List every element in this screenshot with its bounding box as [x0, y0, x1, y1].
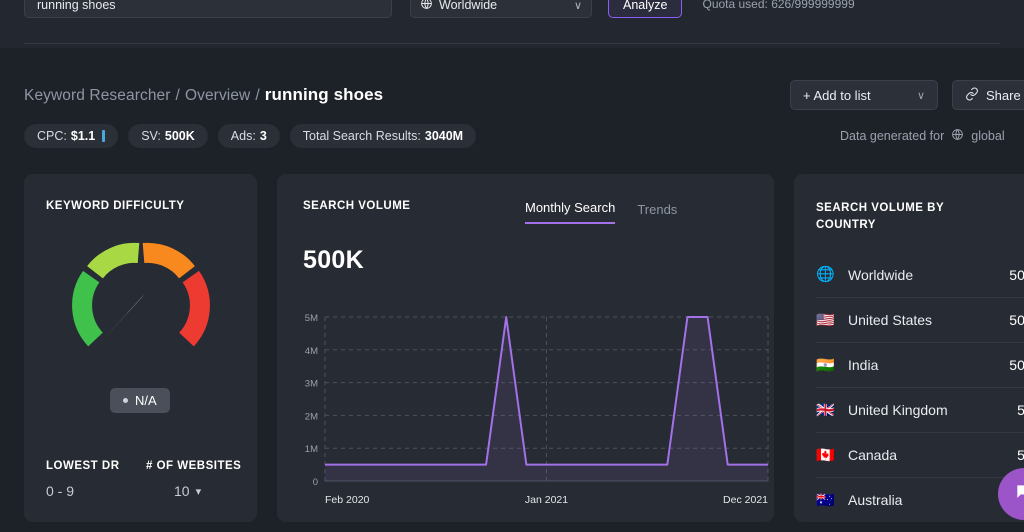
x-axis-tick: Feb 2020 — [325, 494, 370, 506]
country-volume: 500K — [1009, 357, 1024, 373]
data-generated-note: Data generated for global — [840, 128, 1005, 144]
x-axis-tick: Jan 2021 — [525, 494, 568, 506]
flag-au: 🇦🇺 — [816, 493, 840, 508]
num-websites-select[interactable]: 10 ▾ — [174, 483, 201, 499]
search-volume-chart: 0 1M 2M 3M 4M 5M Feb 2020 Jan 2021 Dec 2021 — [287, 299, 774, 519]
search-volume-by-country-card: SEARCH VOLUME BY COUNTRY i 🌐Worldwide500… — [794, 174, 1024, 522]
data-generated-scope: global — [971, 129, 1004, 143]
y-axis-tick: 1M — [305, 444, 318, 455]
country-name: United States — [848, 312, 1009, 328]
num-websites-value: 10 — [174, 483, 190, 499]
lowest-dr-value: 0 - 9 — [46, 483, 74, 499]
link-icon — [965, 87, 979, 104]
share-button[interactable]: Share — [952, 80, 1024, 110]
keyword-search-input[interactable]: running shoes — [24, 0, 392, 18]
chevron-down-icon: ▾ — [196, 485, 202, 498]
search-volume-card: SEARCH VOLUME Monthly Search Trends 500K… — [277, 174, 774, 522]
keyword-difficulty-card: KEYWORD DIFFICULTY N/A LOWEST DR # OF WE… — [24, 174, 257, 522]
chevron-down-icon: ∨ — [917, 89, 925, 102]
pill-ads-value: 3 — [260, 129, 267, 143]
flag-in: 🇮🇳 — [816, 358, 840, 373]
keyword-difficulty-badge: N/A — [110, 388, 170, 413]
quota-text: Quota used: 626/999999999 — [702, 0, 854, 11]
analyze-button-label: Analyze — [623, 0, 667, 12]
pill-total-results: Total Search Results: 3040M — [290, 124, 476, 148]
pill-sv: SV: 500K — [128, 124, 208, 148]
x-axis-tick: Dec 2021 — [723, 494, 768, 506]
tab-trends[interactable]: Trends — [637, 202, 677, 224]
lowest-dr-label: LOWEST DR — [46, 460, 120, 472]
geo-select[interactable]: Worldwide ∨ — [410, 0, 592, 18]
y-axis-tick: 2M — [305, 411, 318, 422]
flag-ca: 🇨🇦 — [816, 448, 840, 463]
pill-total-results-value: 3040M — [425, 129, 463, 143]
pill-sv-value: 500K — [165, 129, 195, 143]
breadcrumb-separator: / — [176, 87, 180, 105]
tab-monthly-search[interactable]: Monthly Search — [525, 200, 615, 224]
keyword-difficulty-title: KEYWORD DIFFICULTY — [46, 200, 184, 212]
page-title: running shoes — [265, 85, 383, 105]
country-row[interactable]: 🇨🇦 Canada50K — [816, 432, 1024, 477]
toolbar-divider — [24, 43, 1000, 44]
y-axis-tick: 3M — [305, 379, 318, 390]
pill-total-results-label: Total Search Results: — [303, 129, 421, 143]
analyze-button[interactable]: Analyze — [608, 0, 682, 18]
pill-cpc-label: CPC: — [37, 129, 67, 143]
geo-select-value: Worldwide — [439, 0, 568, 12]
globe-icon — [420, 0, 433, 13]
country-row[interactable]: 🇦🇺Australia50K — [816, 477, 1024, 522]
country-row[interactable]: 🇮🇳 India500K — [816, 342, 1024, 387]
data-generated-prefix: Data generated for — [840, 129, 944, 143]
country-volume: 50K — [1017, 402, 1024, 418]
y-axis-tick: 4M — [305, 346, 318, 357]
pill-ads: Ads: 3 — [218, 124, 280, 148]
breadcrumb: Keyword Researcher / Overview / running … — [24, 85, 383, 105]
add-to-list-button[interactable]: + Add to list ∨ — [790, 80, 938, 110]
country-row[interactable]: 🇺🇸 United States500K — [816, 297, 1024, 342]
country-volume: 500K — [1009, 267, 1024, 283]
pill-ads-label: Ads: — [231, 129, 256, 143]
y-axis-tick: 5M — [305, 313, 318, 324]
breadcrumb-separator-2: / — [255, 87, 259, 105]
search-volume-value: 500K — [303, 246, 364, 275]
globe-icon — [951, 128, 964, 144]
search-input-value: running shoes — [37, 0, 116, 12]
pill-cpc: CPC: $1.1 — [24, 124, 118, 148]
num-websites-label: # OF WEBSITES — [146, 460, 241, 472]
country-name: Worldwide — [848, 267, 1009, 283]
country-volume: 500K — [1009, 312, 1024, 328]
cpc-indicator-bar — [102, 130, 105, 142]
share-button-label: Share — [986, 88, 1021, 103]
pill-sv-label: SV: — [141, 129, 161, 143]
top-toolbar: running shoes Worldwide ∨ Analyze Quota … — [0, 0, 1024, 48]
app-root: running shoes Worldwide ∨ Analyze Quota … — [0, 0, 1024, 532]
country-name: Canada — [848, 447, 1017, 463]
breadcrumb-section[interactable]: Overview — [185, 87, 250, 105]
metric-pills: CPC: $1.1 SV: 500K Ads: 3 Total Search R… — [24, 124, 476, 148]
breadcrumb-root[interactable]: Keyword Researcher — [24, 87, 171, 105]
country-volume: 50K — [1017, 447, 1024, 463]
country-name: India — [848, 357, 1009, 373]
status-badge: N/A — [135, 393, 157, 408]
search-volume-tabs: Monthly Search Trends — [525, 200, 677, 224]
keyword-difficulty-gauge — [67, 229, 215, 354]
flag-gb: 🇬🇧 — [816, 403, 840, 418]
country-row[interactable]: 🇬🇧 United Kingdom50K — [816, 387, 1024, 432]
add-to-list-label: + Add to list — [803, 88, 917, 103]
globe-icon: 🌐 — [816, 267, 840, 282]
country-list: 🌐Worldwide500K🇺🇸United States500K🇮🇳India… — [816, 252, 1024, 522]
search-volume-by-country-title: SEARCH VOLUME BY COUNTRY — [816, 200, 966, 233]
country-name: United Kingdom — [848, 402, 1017, 418]
country-name: Australia — [848, 492, 1017, 508]
pill-cpc-value: $1.1 — [71, 129, 95, 143]
chevron-down-icon: ∨ — [574, 0, 582, 12]
y-axis-tick: 0 — [313, 477, 318, 488]
flag-us: 🇺🇸 — [816, 313, 840, 328]
country-row[interactable]: 🌐 Worldwide500K — [816, 252, 1024, 297]
search-volume-title: SEARCH VOLUME — [303, 200, 410, 212]
status-dot-icon — [123, 398, 128, 403]
chat-icon — [1014, 482, 1024, 507]
